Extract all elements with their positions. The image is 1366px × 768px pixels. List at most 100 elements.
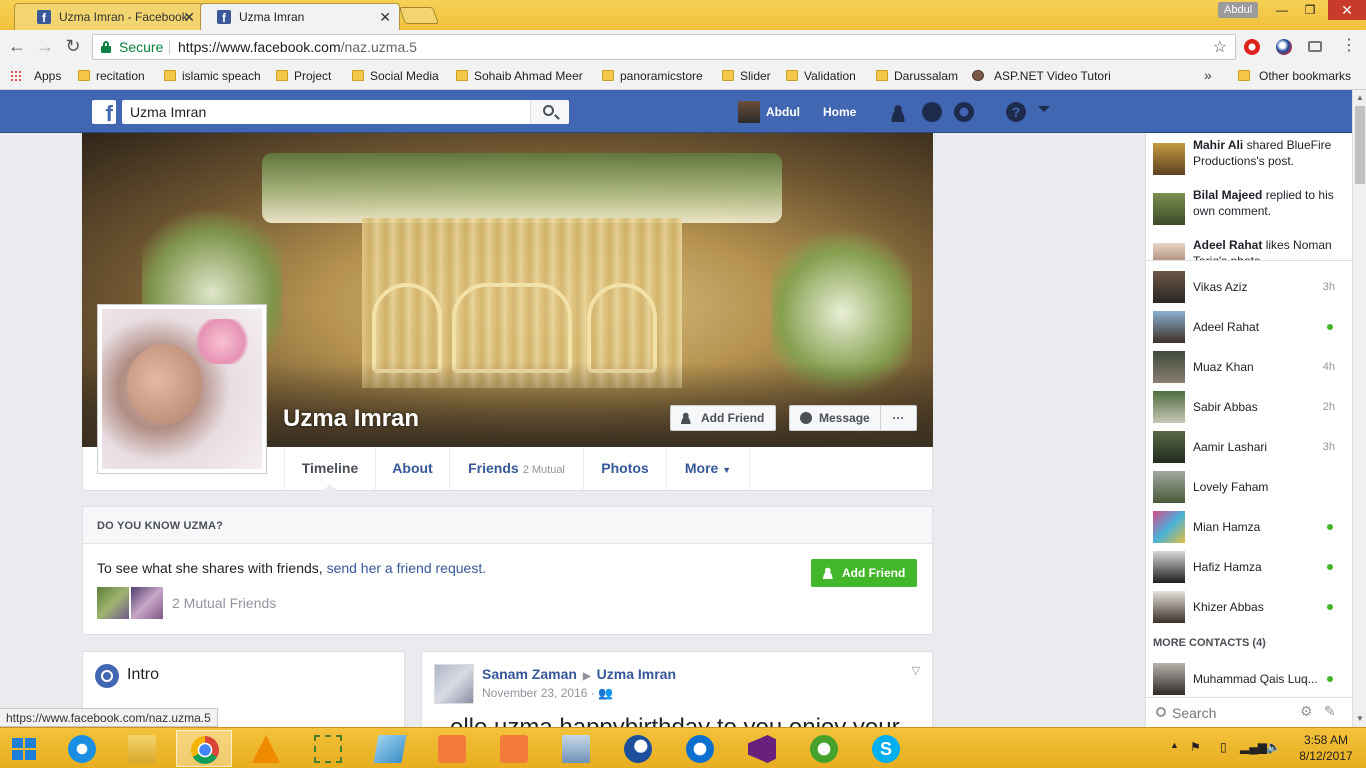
tray-overflow-icon[interactable]: ▲ [1170, 740, 1179, 750]
skype-app[interactable]: S [858, 730, 914, 767]
bookmark-folder[interactable]: Social Media [352, 68, 439, 84]
gear-icon[interactable]: ⚙ [1300, 703, 1313, 720]
message-button[interactable]: Message [789, 405, 881, 431]
close-tab-icon[interactable]: ✕ [183, 4, 195, 30]
bookmark-link[interactable]: ASP.NET Video Tutori [972, 68, 1111, 84]
avatar[interactable] [434, 664, 474, 704]
camera-app[interactable] [486, 730, 542, 767]
bookmark-star-icon[interactable]: ☆ [1213, 37, 1227, 57]
file-explorer-app[interactable] [114, 730, 170, 767]
post-date-text[interactable]: November 23, 2016 · [482, 686, 595, 700]
chat-contact[interactable]: Hafiz Hamza [1153, 551, 1343, 583]
resource-monitor-app[interactable] [548, 730, 604, 767]
page-scrollbar[interactable]: ▲ ▼ [1352, 90, 1366, 727]
notifications-globe-icon[interactable] [954, 102, 974, 122]
chat-contact[interactable]: Adeel Rahat [1153, 311, 1343, 343]
post-author-link[interactable]: Sanam Zaman [482, 666, 577, 682]
system-clock[interactable]: 3:58 AM 8/12/2017 [1296, 732, 1356, 764]
facebook-logo-icon[interactable]: f [92, 100, 116, 124]
help-icon[interactable]: ? [1006, 102, 1026, 122]
friend-requests-icon[interactable] [888, 102, 908, 122]
scroll-up-icon[interactable]: ▲ [1356, 93, 1364, 102]
teamviewer-app[interactable] [672, 730, 728, 767]
scrollbar-thumb[interactable] [1355, 106, 1365, 184]
start-button[interactable] [0, 730, 50, 767]
facebook-search-input[interactable] [122, 100, 569, 124]
extension-icon[interactable] [1276, 39, 1292, 55]
tab-timeline[interactable]: Timeline [284, 447, 376, 491]
opera-extension-icon[interactable] [1244, 39, 1260, 55]
compose-icon[interactable]: ✎ [1324, 703, 1336, 720]
internet-explorer-app[interactable] [54, 730, 110, 767]
other-bookmarks[interactable]: Other bookmarks [1238, 68, 1351, 84]
chat-contact[interactable]: Sabir Abbas 2h [1153, 391, 1343, 423]
cast-icon[interactable] [1308, 41, 1322, 52]
flag-icon[interactable]: ⚑ [1190, 740, 1201, 754]
mutual-friend-avatar[interactable] [97, 587, 129, 619]
bookmark-apps[interactable]: Apps [10, 68, 61, 84]
bookmark-folder[interactable]: Project [276, 68, 331, 84]
battery-icon[interactable]: ▯ [1220, 740, 1227, 754]
ticker-item[interactable]: Mahir Ali shared BlueFire Productions's … [1153, 137, 1343, 181]
browser-profile-button[interactable]: Abdul [1218, 2, 1259, 18]
restore-icon[interactable]: ❐ [1296, 0, 1324, 20]
ticker-item[interactable]: Bilal Majeed replied to his own comment. [1153, 187, 1343, 231]
utorrent-app[interactable] [796, 730, 852, 767]
home-link[interactable]: Home [823, 101, 856, 123]
scroll-down-icon[interactable]: ▼ [1356, 714, 1364, 723]
address-bar[interactable]: Secure https://www.facebook.com/naz.uzma… [92, 34, 1236, 60]
more-options-button[interactable]: ··· [880, 405, 917, 431]
bookmark-folder[interactable]: panoramicstore [602, 68, 703, 84]
window-close-icon[interactable]: ✕ [1328, 0, 1366, 20]
reload-icon[interactable]: ↻ [62, 36, 84, 58]
chrome-app[interactable] [176, 730, 232, 767]
add-friend-green-button[interactable]: Add Friend [811, 559, 917, 587]
menu-icon[interactable]: ⋮ [1338, 36, 1360, 58]
bookmark-folder[interactable]: Slider [722, 68, 771, 84]
chat-search-input[interactable] [1172, 703, 1292, 723]
post-options-chevron-icon[interactable]: ▽ [912, 664, 920, 677]
tab-more[interactable]: More ▼ [667, 447, 750, 490]
tab-friends[interactable]: Friends 2 Mutual [450, 447, 584, 490]
vlc-app[interactable] [238, 730, 294, 767]
screen-recorder-app[interactable] [424, 730, 480, 767]
chat-contact[interactable]: Mian Hamza [1153, 511, 1343, 543]
bookmark-folder[interactable]: Sohaib Ahmad Meer [456, 68, 583, 84]
friend-request-link[interactable]: send her a friend request. [327, 560, 487, 576]
back-arrow-icon[interactable]: ← [6, 36, 28, 58]
ticker-item[interactable]: Adeel Rahat likes Noman Tariq's photo. [1153, 237, 1343, 260]
new-tab-button[interactable] [398, 7, 440, 24]
eagle-app[interactable] [610, 730, 666, 767]
chat-contact[interactable]: Lovely Faham [1153, 471, 1343, 503]
bookmark-folder[interactable]: Darussalam [876, 68, 958, 84]
mutual-friend-avatar[interactable] [131, 587, 163, 619]
chat-contact[interactable]: Aamir Lashari 3h [1153, 431, 1343, 463]
search-button[interactable] [530, 100, 569, 124]
messenger-icon[interactable] [922, 102, 942, 122]
network-signal-icon[interactable]: ▂▄▆ [1240, 740, 1267, 754]
chat-contact[interactable]: Khizer Abbas [1153, 591, 1343, 623]
user-profile-link[interactable]: Abdul [738, 101, 800, 123]
post-target-link[interactable]: Uzma Imran [597, 666, 676, 682]
chat-contact[interactable]: Muaz Khan 4h [1153, 351, 1343, 383]
volume-icon[interactable]: 🔈 [1266, 740, 1281, 754]
mutual-friends-link[interactable]: 2 Mutual Friends [172, 595, 276, 611]
chat-contact[interactable]: Vikas Aziz 3h [1153, 271, 1343, 303]
visual-studio-app[interactable] [734, 730, 790, 767]
minimize-icon[interactable]: — [1268, 0, 1296, 20]
chat-contact[interactable]: Muhammad Qais Luq... [1153, 663, 1343, 695]
tab-about[interactable]: About [376, 447, 450, 490]
bookmark-folder[interactable]: islamic speach [164, 68, 261, 84]
bookmark-folder[interactable]: Validation [786, 68, 856, 84]
add-friend-button[interactable]: Add Friend [670, 405, 776, 431]
bookmarks-overflow-button[interactable]: » [1204, 67, 1212, 83]
bookmark-folder[interactable]: recitation [78, 68, 145, 84]
browser-tab[interactable]: f Uzma Imran - Facebook ✕ [14, 3, 204, 30]
profile-picture[interactable] [97, 304, 267, 474]
account-dropdown-icon[interactable] [1038, 106, 1050, 118]
browser-tab-active[interactable]: f Uzma Imran ✕ [200, 3, 400, 31]
notes-app[interactable] [362, 730, 418, 767]
forward-arrow-icon[interactable]: → [34, 36, 56, 58]
snipping-tool-app[interactable] [300, 730, 356, 767]
close-tab-icon[interactable]: ✕ [379, 4, 391, 30]
